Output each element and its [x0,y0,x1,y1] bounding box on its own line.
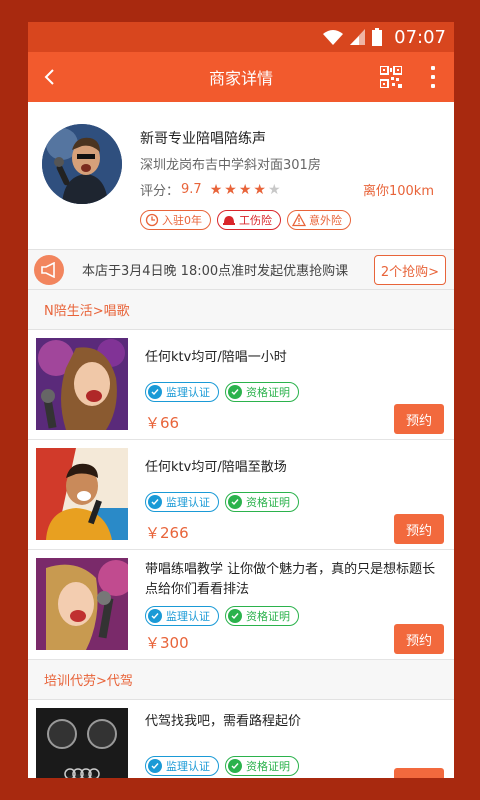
tag-years: 入驻0年 [140,210,211,230]
helmet-icon [223,216,235,225]
item-thumbnail [36,448,128,540]
rating-stars: ★ ★ ★ ★ ★ [210,183,281,197]
clock-icon [145,213,159,227]
merchant-card: 新哥专业陪唱陪练声 深圳龙岗布吉中学斜对面301房 评分： 9.7 ★ ★ ★ ★ ★ … [28,102,454,250]
merchant-avatar [42,124,122,204]
item-badges: 监理认证 资格证明 [145,606,299,626]
check-circle-icon [228,495,242,509]
tag-accident-insurance: 意外险 [287,210,351,230]
star-filled-icon: ★ [209,181,223,198]
section-header-driving[interactable]: 培训代劳>代驾 [28,660,454,700]
rating-label: 评分： [140,184,180,199]
battery-icon [372,28,383,46]
supervision-badge: 监理认证 [145,492,219,512]
promo-notice-bar: 本店于3月4日晚 18:00点准时发起优惠抢购课 2个抢购> [28,250,454,290]
item-title: 带唱练唱教学 让你做个魅力者，真的只是想标题长点给你们看看排法 [145,562,436,597]
item-thumbnail [36,708,128,778]
shield-check-icon [148,495,162,509]
warning-icon [292,213,306,227]
item-price: ￥300 [145,634,189,652]
list-item[interactable]: 代驾找我吧，需看路程起价 监理认证 资格证明 [28,700,454,778]
item-badges: 监理认证 资格证明 [145,492,299,512]
item-thumbnail [36,558,128,650]
supervision-badge: 监理认证 [145,382,219,402]
star-empty-icon: ★ [267,181,281,198]
list-item[interactable]: 任何ktv均可/陪唱至散场 监理认证 资格证明 ￥266 预约 [28,440,454,550]
wifi-icon [323,30,344,45]
supervision-badge: 监理认证 [145,606,219,626]
merchant-distance: 离你100km [362,184,434,199]
rating-score: 9.7 [181,182,202,197]
app-bar: 商家详情 [28,52,454,102]
shield-check-icon [148,609,162,623]
supervision-badge: 监理认证 [145,756,219,776]
section-header-singing[interactable]: N陪生活>唱歌 [28,290,454,330]
qualification-badge: 资格证明 [225,756,299,776]
item-badges: 监理认证 资格证明 [145,756,299,776]
more-menu-icon[interactable] [426,64,440,90]
item-title: 代驾找我吧，需看路程起价 [145,714,302,729]
merchant-name: 新哥专业陪唱陪练声 [140,131,266,147]
check-circle-icon [228,385,242,399]
star-filled-icon: ★ [253,181,266,198]
item-title: 任何ktv均可/陪唱一小时 [145,350,287,365]
list-item[interactable]: 带唱练唱教学 让你做个魅力者，真的只是想标题长点给你们看看排法 监理认证 资格证… [28,550,454,660]
shield-check-icon [148,759,162,773]
clock: 07:07 [394,26,446,48]
item-price: ￥66 [145,414,180,432]
phone-screen: 07:07 商家详情 新哥专业陪唱陪练声 深圳龙岗布吉中学斜对面301房 评分：… [28,22,454,778]
megaphone-icon [34,254,64,285]
list-item[interactable]: 任何ktv均可/陪唱一小时 监理认证 资格证明 ￥66 预约 [28,330,454,440]
check-circle-icon [228,609,242,623]
chevron-left-icon [44,69,54,85]
book-button[interactable]: 预约 [394,404,444,434]
merchant-address: 深圳龙岗布吉中学斜对面301房 [140,158,321,173]
merchant-rating: 评分： 9.7 ★ ★ ★ ★ ★ [140,180,281,199]
tag-work-injury-insurance: 工伤险 [217,210,281,230]
signal-icon [350,29,366,45]
flash-sale-button[interactable]: 2个抢购> [373,255,446,285]
item-price: ￥266 [145,524,189,542]
merchant-tags: 入驻0年 工伤险 意外险 [140,210,351,230]
qr-code-icon[interactable] [380,66,402,88]
star-filled-icon: ★ [238,181,252,198]
book-button[interactable]: 预约 [394,514,444,544]
book-button[interactable]: 预约 [394,624,444,654]
check-circle-icon [228,759,242,773]
item-thumbnail [36,338,128,430]
qualification-badge: 资格证明 [225,606,299,626]
back-button[interactable] [36,64,62,90]
star-filled-icon: ★ [224,181,237,198]
shield-check-icon [148,385,162,399]
status-bar: 07:07 [28,22,454,52]
book-button[interactable] [394,768,444,778]
item-title: 任何ktv均可/陪唱至散场 [145,460,287,475]
item-badges: 监理认证 资格证明 [145,382,299,402]
promo-notice-text: 本店于3月4日晚 18:00点准时发起优惠抢购课 [82,264,349,279]
qualification-badge: 资格证明 [225,492,299,512]
qualification-badge: 资格证明 [225,382,299,402]
